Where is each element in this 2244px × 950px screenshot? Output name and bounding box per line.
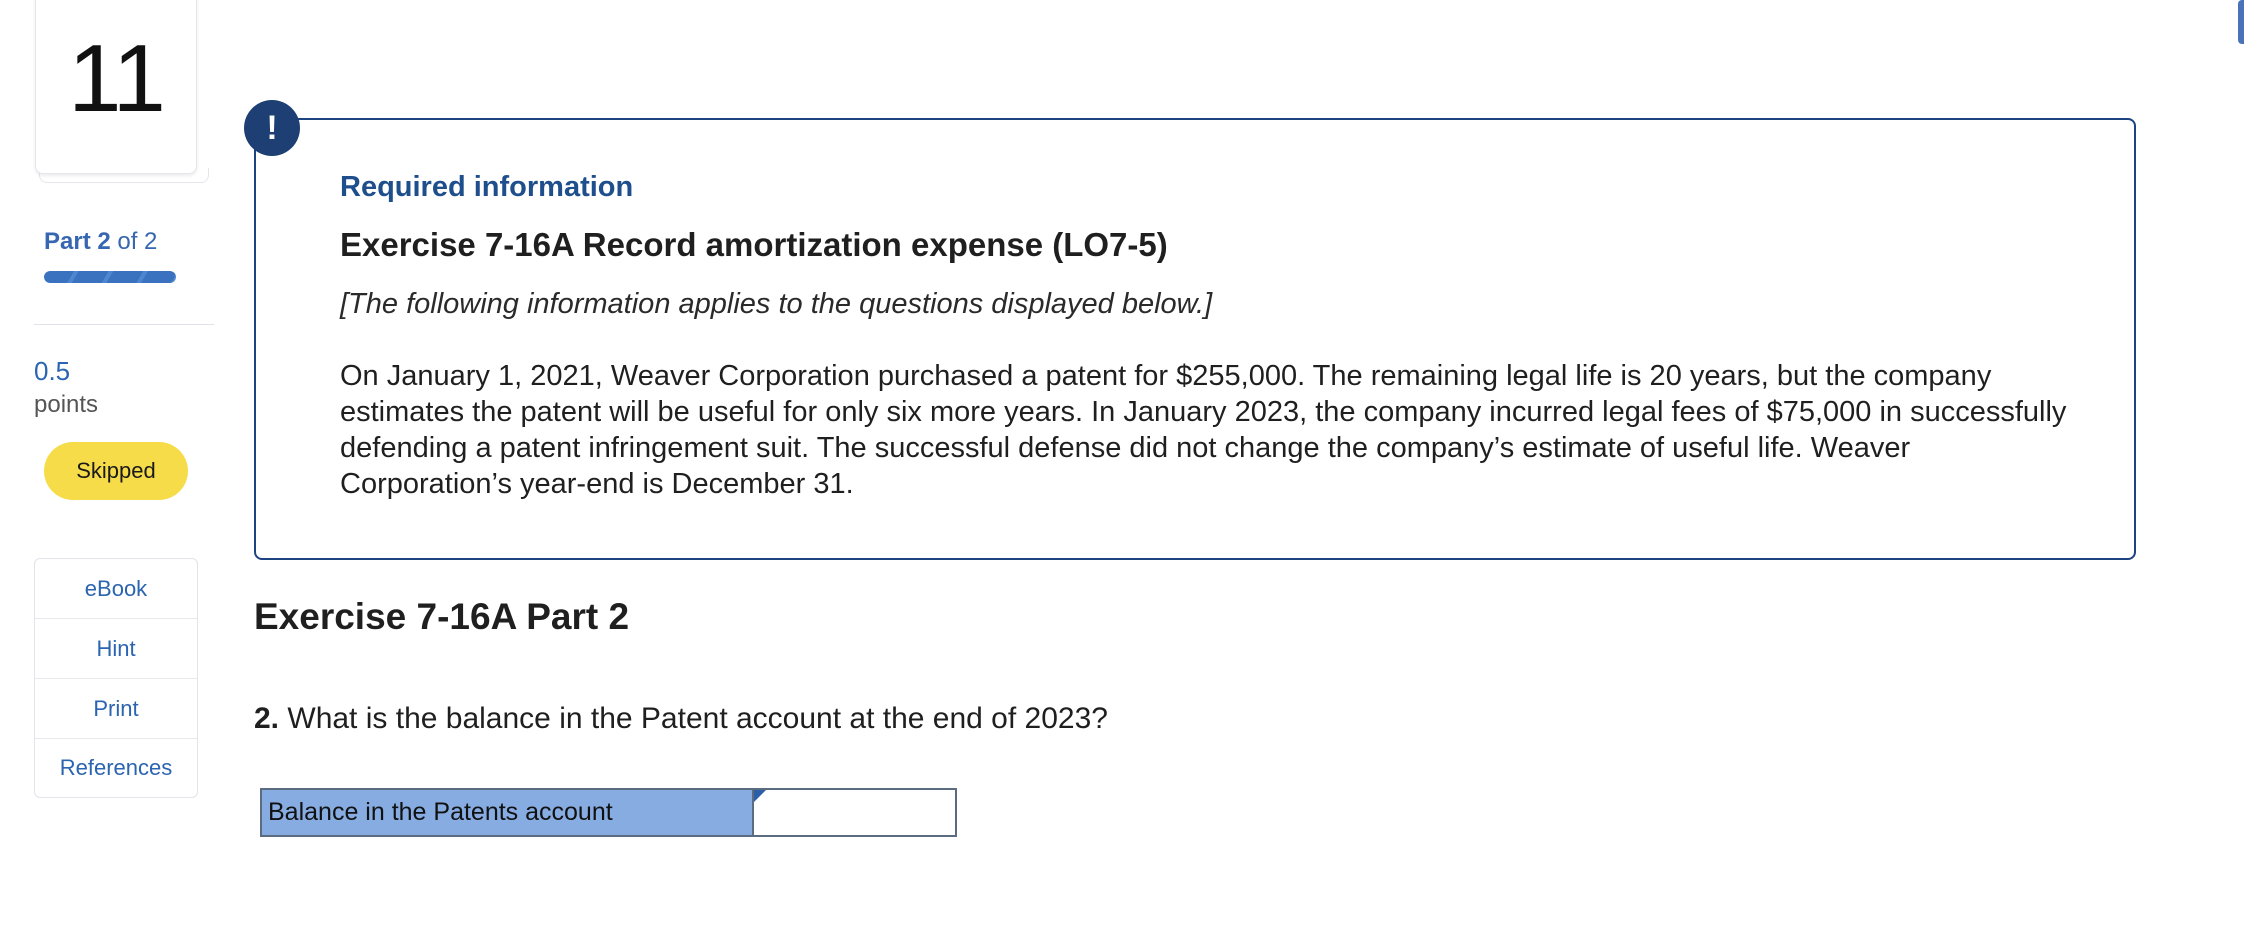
question-number-label: 2. [254,702,280,735]
references-link[interactable]: References [35,739,197,797]
part-progress-bar [44,271,176,283]
rail-divider [34,324,214,325]
question-prompt: 2. What is the balance in the Patent acc… [254,702,1108,736]
applies-note: [The following information applies to th… [340,288,1213,320]
print-link[interactable]: Print [35,679,197,739]
page: 11 Part 2 of 2 0.5 points Skipped eBook … [0,0,2244,950]
answer-input-cell [754,790,955,835]
ebook-link[interactable]: eBook [35,559,197,619]
patent-balance-input[interactable] [754,790,955,835]
points-label: points [34,391,99,418]
cell-marker-icon [754,790,766,802]
part-current: Part 2 [44,228,111,255]
points-value: 0.5 [34,356,71,386]
question-number: 11 [68,25,166,132]
part-total: of 2 [117,228,158,255]
part-progress-fill [44,271,176,283]
answer-row-label: Balance in the Patents account [262,790,754,835]
question-number-card: 11 [35,0,197,174]
answer-table: Balance in the Patents account [260,788,957,837]
part-heading: Exercise 7-16A Part 2 [254,596,630,637]
scenario-text: On January 1, 2021, Weaver Corporation p… [340,360,2067,500]
part-indicator: Part 2 of 2 [44,228,157,256]
question-tools: eBook Hint Print References [34,558,198,798]
question-text: What is the balance in the Patent accoun… [287,702,1108,735]
exercise-title: Exercise 7-16A Record amortization expen… [340,226,1168,263]
required-info-heading: Required information [340,171,634,203]
alert-icon: ! [244,100,300,156]
status-badge: Skipped [44,442,188,500]
scrollbar-thumb[interactable] [2238,0,2244,44]
hint-link[interactable]: Hint [35,619,197,679]
